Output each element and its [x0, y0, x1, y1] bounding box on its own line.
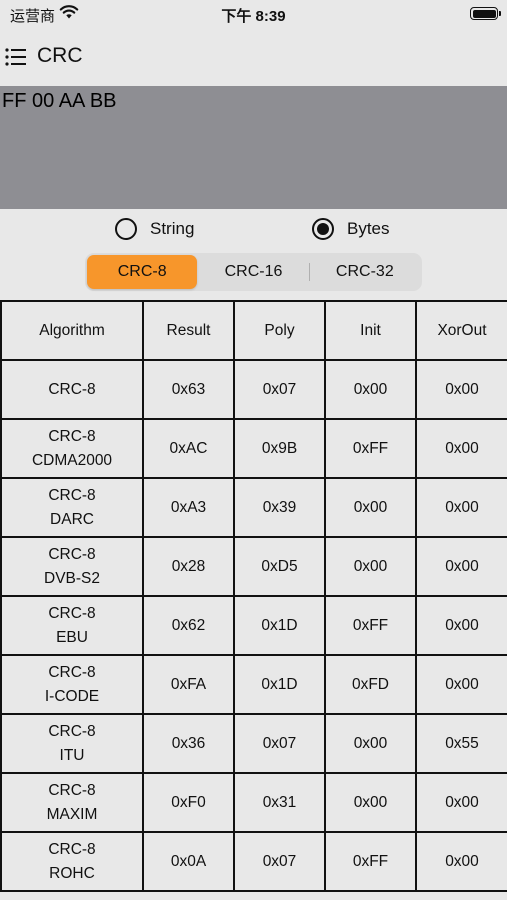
result-cell: 0xF0: [142, 772, 235, 833]
table-row[interactable]: CRC-8 EBU 0x62 0x1D 0xFF 0x00: [0, 595, 507, 656]
segment-crc-16[interactable]: CRC-16: [198, 255, 308, 289]
xorout-cell: 0x00: [415, 831, 507, 892]
poly-cell: 0xD5: [233, 536, 326, 597]
segment-crc-8[interactable]: CRC-8: [87, 255, 198, 289]
bytes-radio-label: Bytes: [347, 219, 390, 238]
table-row[interactable]: CRC-8 MAXIM 0xF0 0x31 0x00 0x00: [0, 772, 507, 833]
poly-cell: 0x1D: [233, 654, 326, 715]
nav-bar: CRC: [0, 36, 507, 80]
crc-width-segmented-control: CRC-8 CRC-16 CRC-32: [85, 253, 422, 291]
result-cell: 0x62: [142, 595, 235, 656]
result-cell: 0xFA: [142, 654, 235, 715]
result-cell: 0xAC: [142, 418, 235, 479]
init-cell: 0x00: [324, 477, 417, 538]
segment-crc-32[interactable]: CRC-32: [310, 255, 420, 289]
string-radio[interactable]: String: [115, 218, 194, 240]
poly-cell: 0x9B: [233, 418, 326, 479]
header-result: Result: [142, 300, 235, 361]
input-type-radio-group: String Bytes: [0, 218, 507, 244]
xorout-cell: 0x00: [415, 359, 507, 420]
string-radio-circle[interactable]: [115, 218, 137, 240]
poly-cell: 0x1D: [233, 595, 326, 656]
init-cell: 0x00: [324, 536, 417, 597]
menu-icon[interactable]: [5, 48, 27, 66]
init-cell: 0x00: [324, 713, 417, 774]
header-poly: Poly: [233, 300, 326, 361]
xorout-cell: 0x00: [415, 477, 507, 538]
table-row[interactable]: CRC-8 CDMA2000 0xAC 0x9B 0xFF 0x00: [0, 418, 507, 479]
algorithm-cell: CRC-8 ROHC: [0, 831, 144, 892]
status-bar: 运营商 下午 8:39: [0, 0, 507, 30]
algorithm-cell: CRC-8 DVB-S2: [0, 536, 144, 597]
init-cell: 0xFF: [324, 831, 417, 892]
table-row[interactable]: CRC-8 0x63 0x07 0x00 0x00: [0, 359, 507, 420]
init-cell: 0xFF: [324, 595, 417, 656]
result-cell: 0xA3: [142, 477, 235, 538]
header-algorithm: Algorithm: [0, 300, 144, 361]
header-init: Init: [324, 300, 417, 361]
result-cell: 0x28: [142, 536, 235, 597]
algorithm-cell: CRC-8: [0, 359, 144, 420]
table-row[interactable]: CRC-8 DARC 0xA3 0x39 0x00 0x00: [0, 477, 507, 538]
poly-cell: 0x07: [233, 713, 326, 774]
algorithm-cell: CRC-8 DARC: [0, 477, 144, 538]
algorithm-cell: CRC-8 CDMA2000: [0, 418, 144, 479]
result-cell: 0x36: [142, 713, 235, 774]
algorithm-cell: CRC-8 I-CODE: [0, 654, 144, 715]
algorithm-cell: CRC-8 EBU: [0, 595, 144, 656]
xorout-cell: 0x00: [415, 654, 507, 715]
page-title: CRC: [37, 44, 83, 67]
result-cell: 0x63: [142, 359, 235, 420]
poly-cell: 0x31: [233, 772, 326, 833]
poly-cell: 0x07: [233, 831, 326, 892]
init-cell: 0xFF: [324, 418, 417, 479]
header-xorout: XorOut: [415, 300, 507, 361]
results-table-container[interactable]: Algorithm Result Poly Init XorOut CRC-8 …: [0, 300, 507, 900]
init-cell: 0x00: [324, 359, 417, 420]
clock: 下午 8:39: [221, 8, 286, 25]
xorout-cell: 0x00: [415, 536, 507, 597]
init-cell: 0xFD: [324, 654, 417, 715]
bytes-radio-circle[interactable]: [312, 218, 334, 240]
algorithm-cell: CRC-8 MAXIM: [0, 772, 144, 833]
table-row[interactable]: CRC-8 ROHC 0x0A 0x07 0xFF 0x00: [0, 831, 507, 892]
algorithm-cell: CRC-8 ITU: [0, 713, 144, 774]
table-header-row: Algorithm Result Poly Init XorOut: [0, 300, 507, 361]
xorout-cell: 0x00: [415, 772, 507, 833]
results-table: Algorithm Result Poly Init XorOut CRC-8 …: [0, 300, 507, 892]
hex-input-field[interactable]: FF 00 AA BB: [0, 86, 507, 209]
battery-icon: [470, 7, 501, 20]
init-cell: 0x00: [324, 772, 417, 833]
bytes-radio[interactable]: Bytes: [312, 218, 390, 240]
table-row[interactable]: CRC-8 ITU 0x36 0x07 0x00 0x55: [0, 713, 507, 774]
poly-cell: 0x07: [233, 359, 326, 420]
xorout-cell: 0x00: [415, 595, 507, 656]
result-cell: 0x0A: [142, 831, 235, 892]
xorout-cell: 0x00: [415, 418, 507, 479]
table-row[interactable]: CRC-8 DVB-S2 0x28 0xD5 0x00 0x00: [0, 536, 507, 597]
table-row[interactable]: CRC-8 I-CODE 0xFA 0x1D 0xFD 0x00: [0, 654, 507, 715]
poly-cell: 0x39: [233, 477, 326, 538]
xorout-cell: 0x55: [415, 713, 507, 774]
string-radio-label: String: [150, 219, 195, 238]
